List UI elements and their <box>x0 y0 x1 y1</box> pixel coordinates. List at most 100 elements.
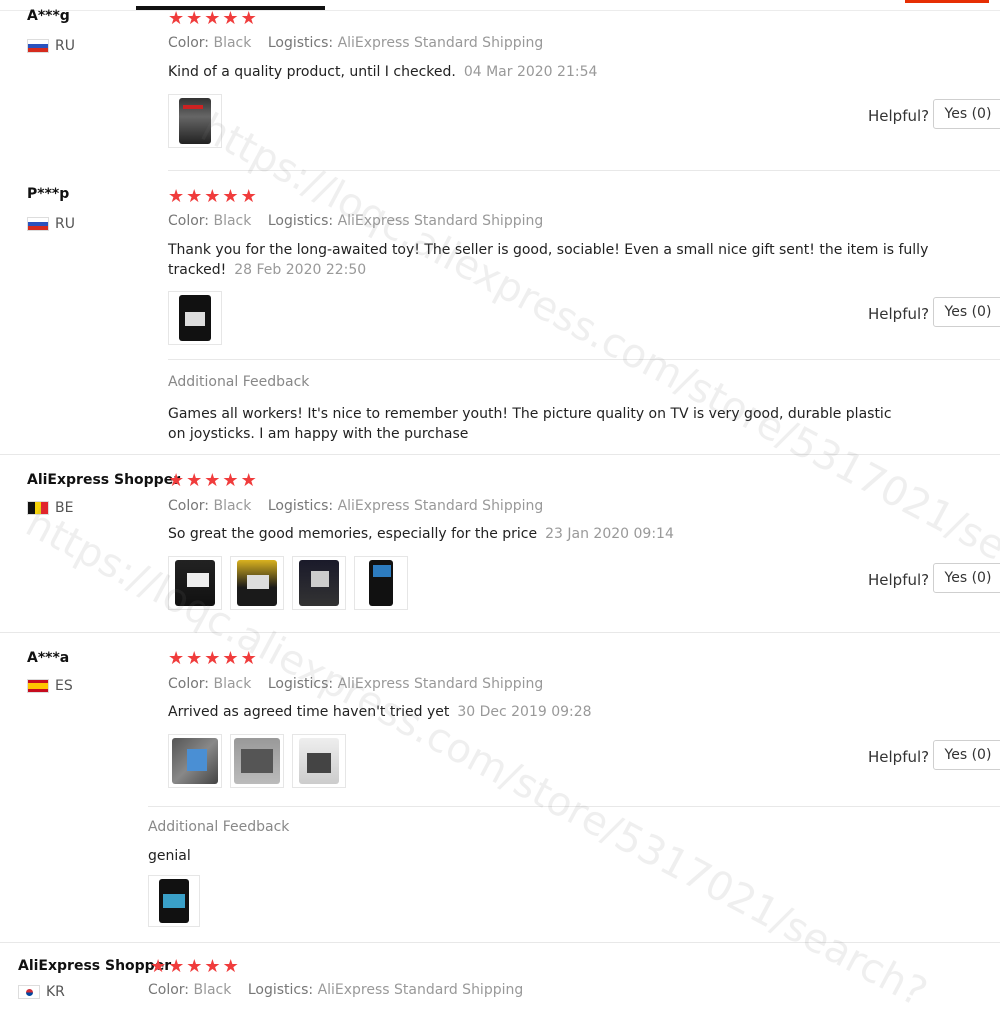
country-code: RU <box>55 38 75 54</box>
rating-stars: ★ ★ ★ ★ ★ <box>168 188 257 206</box>
rating-stars: ★ ★ ★ ★ ★ <box>150 958 239 976</box>
star-icon: ★ <box>168 186 185 207</box>
helpful-yes-button[interactable]: Yes (0) <box>933 99 1000 129</box>
review-images <box>168 556 408 610</box>
reviewer-name: A***g <box>27 8 70 24</box>
star-icon: ★ <box>204 648 221 669</box>
helpful-yes-button[interactable]: Yes (0) <box>933 740 1000 770</box>
reviewer-country: KR <box>18 984 65 1000</box>
color-value: Black <box>213 35 252 51</box>
review-date: 23 Jan 2020 09:14 <box>545 526 674 542</box>
star-icon: ★ <box>186 470 203 491</box>
logistics-label: Logistics: <box>267 213 334 229</box>
star-icon: ★ <box>204 186 221 207</box>
reviewer-name: P***p <box>27 186 70 202</box>
review-images <box>168 94 222 148</box>
review-thumbnail[interactable] <box>292 734 346 788</box>
review-date: 28 Feb 2020 22:50 <box>234 262 367 278</box>
logistics-value: AliExpress Standard Shipping <box>337 213 544 229</box>
star-icon: ★ <box>240 648 257 669</box>
review-thumbnail[interactable] <box>230 734 284 788</box>
rating-stars: ★ ★ ★ ★ ★ <box>168 10 257 28</box>
star-icon: ★ <box>204 8 221 29</box>
helpful-label: Helpful? <box>868 107 930 125</box>
logistics-label: Logistics: <box>267 35 334 51</box>
review-divider <box>0 942 1000 943</box>
color-label: Color: <box>148 982 190 998</box>
star-icon: ★ <box>222 470 239 491</box>
color-label: Color: <box>168 676 210 692</box>
review-thumbnail[interactable] <box>230 556 284 610</box>
logistics-value: AliExpress Standard Shipping <box>317 982 524 998</box>
review-thumbnail[interactable] <box>168 734 222 788</box>
reviewer-country: RU <box>27 38 75 54</box>
additional-feedback-title: Additional Feedback <box>168 374 310 390</box>
review-divider <box>168 170 1000 171</box>
country-code: RU <box>55 216 75 232</box>
review-body: Kind of a quality product, until I check… <box>168 64 456 80</box>
review-meta: Color: Black Logistics: AliExpress Stand… <box>168 213 555 229</box>
star-icon: ★ <box>240 186 257 207</box>
star-icon: ★ <box>150 956 167 977</box>
logistics-label: Logistics: <box>247 982 314 998</box>
review-thumbnail[interactable] <box>292 556 346 610</box>
top-red-button-edge[interactable] <box>905 0 989 3</box>
logistics-value: AliExpress Standard Shipping <box>337 676 544 692</box>
additional-feedback-text: genial <box>148 848 191 864</box>
review-text: Kind of a quality product, until I check… <box>168 62 988 82</box>
star-icon: ★ <box>222 8 239 29</box>
review-thumbnail[interactable] <box>148 875 200 927</box>
reviewer-name: AliExpress Shopper <box>18 958 172 974</box>
review-thumbnail[interactable] <box>168 291 222 345</box>
review-date: 04 Mar 2020 21:54 <box>463 64 598 80</box>
star-icon: ★ <box>168 956 185 977</box>
star-icon: ★ <box>186 8 203 29</box>
reviewer-name: A***a <box>27 650 70 666</box>
review-meta: Color: Black Logistics: AliExpress Stand… <box>148 982 535 998</box>
color-value: Black <box>213 676 252 692</box>
star-icon: ★ <box>240 8 257 29</box>
color-value: Black <box>213 498 252 514</box>
additional-feedback-title: Additional Feedback <box>148 819 290 835</box>
helpful-yes-button[interactable]: Yes (0) <box>933 563 1000 593</box>
review-divider <box>168 359 1000 360</box>
rating-stars: ★ ★ ★ ★ ★ <box>168 472 257 490</box>
logistics-label: Logistics: <box>267 676 334 692</box>
star-icon: ★ <box>222 956 239 977</box>
watermark-text: https://loqc.aliexpress.com/store/531702… <box>18 500 935 1016</box>
color-label: Color: <box>168 35 210 51</box>
additional-feedback-text: Games all workers! It's nice to remember… <box>168 406 892 442</box>
rating-stars: ★ ★ ★ ★ ★ <box>168 650 257 668</box>
logistics-label: Logistics: <box>267 498 334 514</box>
review-images <box>148 875 200 927</box>
helpful-label: Helpful? <box>868 571 930 589</box>
flag-ru-icon <box>27 217 49 231</box>
helpful-yes-button[interactable]: Yes (0) <box>933 297 1000 327</box>
color-label: Color: <box>168 498 210 514</box>
review-divider <box>148 806 1000 807</box>
review-text: Arrived as agreed time haven't tried yet… <box>168 702 988 722</box>
star-icon: ★ <box>222 186 239 207</box>
review-thumbnail[interactable] <box>168 94 222 148</box>
review-body: So great the good memories, especially f… <box>168 526 538 542</box>
helpful-label: Helpful? <box>868 305 930 323</box>
review-text: Thank you for the long-awaited toy! The … <box>168 240 988 280</box>
review-divider <box>0 454 1000 455</box>
country-code: ES <box>55 678 73 694</box>
review-images <box>168 734 346 788</box>
review-meta: Color: Black Logistics: AliExpress Stand… <box>168 498 555 514</box>
top-divider <box>0 10 1000 11</box>
review-meta: Color: Black Logistics: AliExpress Stand… <box>168 676 555 692</box>
reviewer-country: RU <box>27 216 75 232</box>
reviewer-name: AliExpress Shopper <box>27 472 181 488</box>
review-divider <box>0 632 1000 633</box>
star-icon: ★ <box>222 648 239 669</box>
helpful-label: Helpful? <box>868 748 930 766</box>
review-thumbnail[interactable] <box>168 556 222 610</box>
flag-be-icon <box>27 501 49 515</box>
star-icon: ★ <box>186 648 203 669</box>
review-thumbnail[interactable] <box>354 556 408 610</box>
star-icon: ★ <box>240 470 257 491</box>
review-body: Arrived as agreed time haven't tried yet <box>168 704 450 720</box>
flag-es-icon <box>27 679 49 693</box>
